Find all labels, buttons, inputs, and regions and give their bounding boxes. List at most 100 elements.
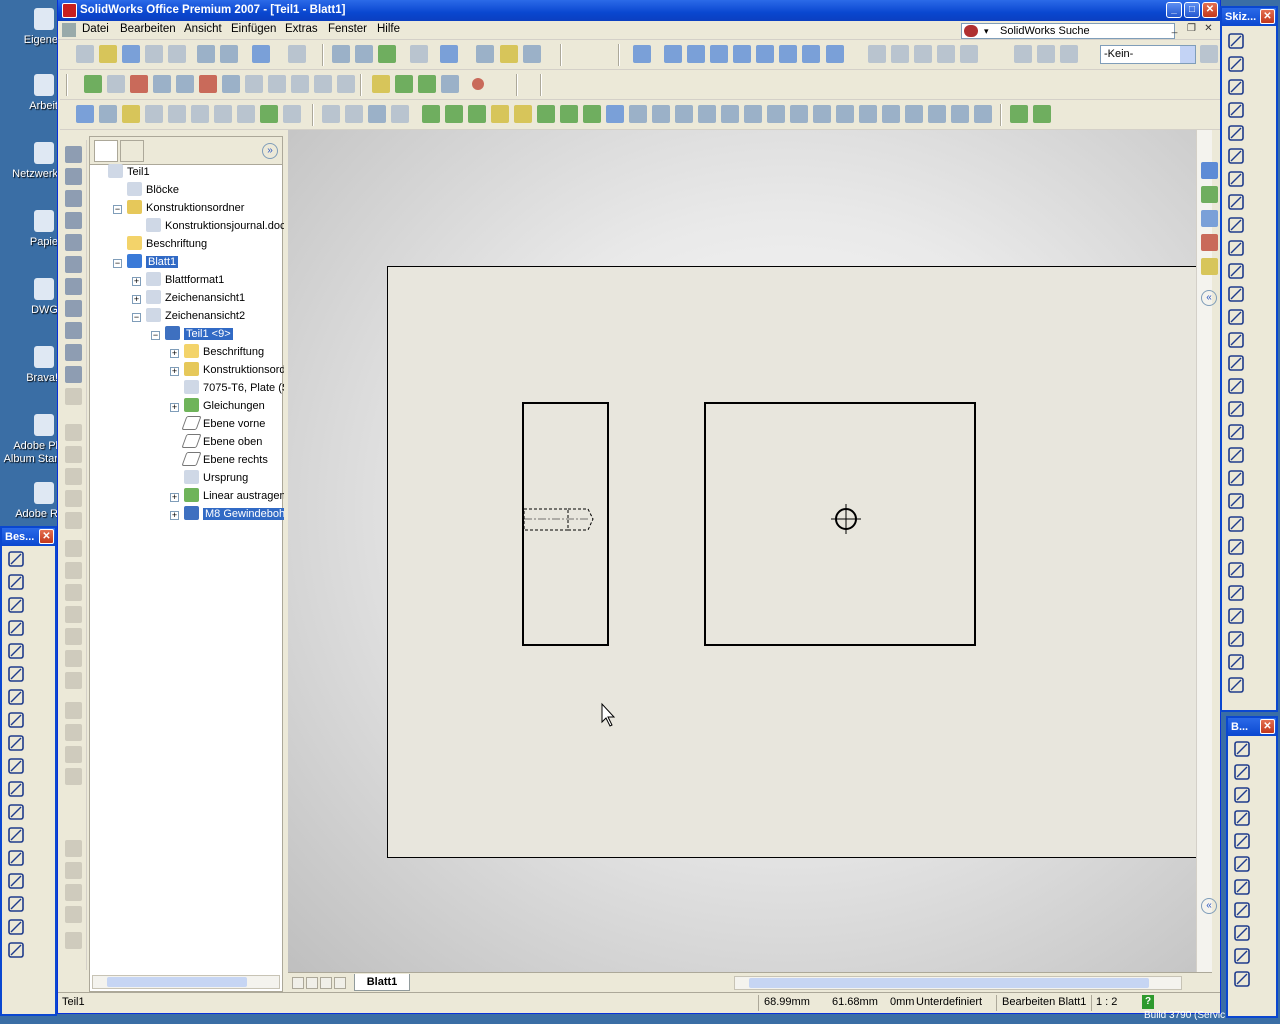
filter-weld-icon[interactable] xyxy=(698,105,716,123)
hole-callout-icon[interactable] xyxy=(7,757,25,775)
new-document-icon[interactable] xyxy=(76,45,94,63)
three-point-arc-icon[interactable] xyxy=(1227,239,1245,257)
filter-3-icon[interactable] xyxy=(368,105,386,123)
zoom-in-out-icon[interactable] xyxy=(710,45,728,63)
filter-surface-finish-icon[interactable] xyxy=(675,105,693,123)
tree-item[interactable]: 7075-T6, Plate (SS xyxy=(184,379,297,397)
dimension-icon[interactable] xyxy=(1233,740,1251,758)
edit-layer-icon[interactable] xyxy=(441,75,459,93)
desktop-icon[interactable]: Eigene xyxy=(2,8,58,47)
rotate-icon[interactable] xyxy=(756,45,774,63)
tree-item[interactable]: Ursprung xyxy=(184,469,248,487)
line-format-icon[interactable] xyxy=(372,75,390,93)
datum-icon[interactable] xyxy=(7,734,25,752)
expand-icon[interactable]: + xyxy=(170,511,179,520)
projected-view-icon[interactable] xyxy=(65,168,82,185)
doc-close-button[interactable]: ✕ xyxy=(1201,23,1216,37)
weld-symbol-icon[interactable] xyxy=(237,105,255,123)
sketch-tool-4-icon[interactable] xyxy=(65,906,82,923)
desktop-icon[interactable]: Arbeit xyxy=(2,74,58,113)
horizontal-ordinate-icon[interactable] xyxy=(1233,970,1251,988)
sketch-tool-5-icon[interactable] xyxy=(65,932,82,949)
filter-routing-icon[interactable] xyxy=(928,105,946,123)
macro-tool-5-icon[interactable] xyxy=(337,75,355,93)
tree-item[interactable]: + Linear austragen1 xyxy=(170,487,292,505)
dropdown-arrow-icon[interactable]: ▾ xyxy=(984,24,989,38)
prev-sheet-icon[interactable] xyxy=(306,977,318,989)
tree-item[interactable]: + Gleichungen xyxy=(170,397,265,415)
model-items-icon[interactable] xyxy=(122,105,140,123)
first-sheet-icon[interactable] xyxy=(292,977,304,989)
scale-icon[interactable] xyxy=(1227,630,1245,648)
tree-item[interactable]: − Konstruktionsordner xyxy=(113,199,244,217)
filter-4-icon[interactable] xyxy=(391,105,409,123)
aligned-section-icon[interactable] xyxy=(65,234,82,251)
palette-title[interactable]: Bes... ✕ xyxy=(2,528,55,546)
close-icon[interactable]: ✕ xyxy=(1260,9,1275,24)
scrollbar-thumb[interactable] xyxy=(749,978,1149,988)
feature-tree-scrollbar[interactable] xyxy=(92,975,280,989)
datum-feature-icon[interactable] xyxy=(283,105,301,123)
macro-tool-2-icon[interactable] xyxy=(268,75,286,93)
expand-icon[interactable]: + xyxy=(170,349,179,358)
filter-notes-icon[interactable] xyxy=(629,105,647,123)
tangent-arc-icon[interactable] xyxy=(1227,216,1245,234)
front-view[interactable] xyxy=(704,402,976,646)
filter-surface-icon[interactable] xyxy=(491,105,509,123)
horizontal-scrollbar[interactable] xyxy=(734,976,1182,990)
filter-cosmetic-thread-icon[interactable] xyxy=(767,105,785,123)
menu-hilfe[interactable]: Hilfe xyxy=(377,23,400,35)
filter-vertices-icon[interactable] xyxy=(422,105,440,123)
polygon-icon[interactable] xyxy=(1227,124,1245,142)
filter-dimension-icon[interactable] xyxy=(606,105,624,123)
linear-pattern-icon[interactable] xyxy=(1227,515,1245,533)
angular-dim-icon[interactable] xyxy=(1233,878,1251,896)
side-view[interactable] xyxy=(522,402,609,646)
filter-datum-target-icon[interactable] xyxy=(744,105,762,123)
partial-ellipse-icon[interactable] xyxy=(1227,285,1245,303)
help-icon[interactable]: ? xyxy=(1142,995,1154,1009)
macro-tool-icon[interactable] xyxy=(245,75,263,93)
spline-icon[interactable] xyxy=(1227,331,1245,349)
macro-cancel-icon[interactable] xyxy=(199,75,217,93)
desktop-icon[interactable]: Adobe Pl Album Star xyxy=(2,414,58,466)
layer-select[interactable]: -Kein- xyxy=(1100,45,1196,64)
menu-einfuegen[interactable]: Einfügen xyxy=(231,23,276,35)
align-3-icon[interactable] xyxy=(65,468,82,485)
desktop-icon[interactable]: Papie xyxy=(2,210,58,249)
align-9-icon[interactable] xyxy=(65,606,82,623)
macro-tool-3-icon[interactable] xyxy=(291,75,309,93)
align-2-icon[interactable] xyxy=(65,446,82,463)
hidden-lines-icon[interactable] xyxy=(891,45,909,63)
design-library-icon[interactable] xyxy=(1201,186,1218,203)
datum-target-icon[interactable] xyxy=(7,849,25,867)
rebuild-icon[interactable] xyxy=(355,45,373,63)
tab-property-manager[interactable] xyxy=(120,140,144,162)
chamfer-dim-icon[interactable] xyxy=(1233,855,1251,873)
menu-ansicht[interactable]: Ansicht xyxy=(184,23,222,35)
redo-icon[interactable] xyxy=(288,45,306,63)
align-13-icon[interactable] xyxy=(65,702,82,719)
sheet-tab[interactable]: Blatt1 xyxy=(354,974,410,991)
align-icon[interactable] xyxy=(65,424,82,441)
close-button[interactable]: ✕ xyxy=(1202,2,1218,18)
arc-icon[interactable] xyxy=(1227,193,1245,211)
file-explorer-icon[interactable] xyxy=(1201,210,1218,227)
smart-dim-icon[interactable] xyxy=(7,550,25,568)
gtol-icon[interactable] xyxy=(7,711,25,729)
tree-item[interactable]: − Blatt1 xyxy=(113,253,179,271)
filter-blocks-icon[interactable] xyxy=(790,105,808,123)
filter-sketch-icon[interactable] xyxy=(583,105,601,123)
line-icon[interactable] xyxy=(1227,78,1245,96)
section-view-icon[interactable] xyxy=(1037,45,1055,63)
point-icon[interactable] xyxy=(1227,354,1245,372)
text-icon[interactable] xyxy=(1227,400,1245,418)
filter-planes-icon[interactable] xyxy=(560,105,578,123)
sketch-grab-icon[interactable] xyxy=(633,45,651,63)
shaded-edges-icon[interactable] xyxy=(937,45,955,63)
properties-icon[interactable] xyxy=(476,45,494,63)
document-menu-icon[interactable] xyxy=(62,23,76,37)
filter-weld-bead-icon[interactable] xyxy=(905,105,923,123)
doc-minimize-button[interactable]: _ xyxy=(1167,23,1182,37)
copy-icon[interactable] xyxy=(1227,584,1245,602)
